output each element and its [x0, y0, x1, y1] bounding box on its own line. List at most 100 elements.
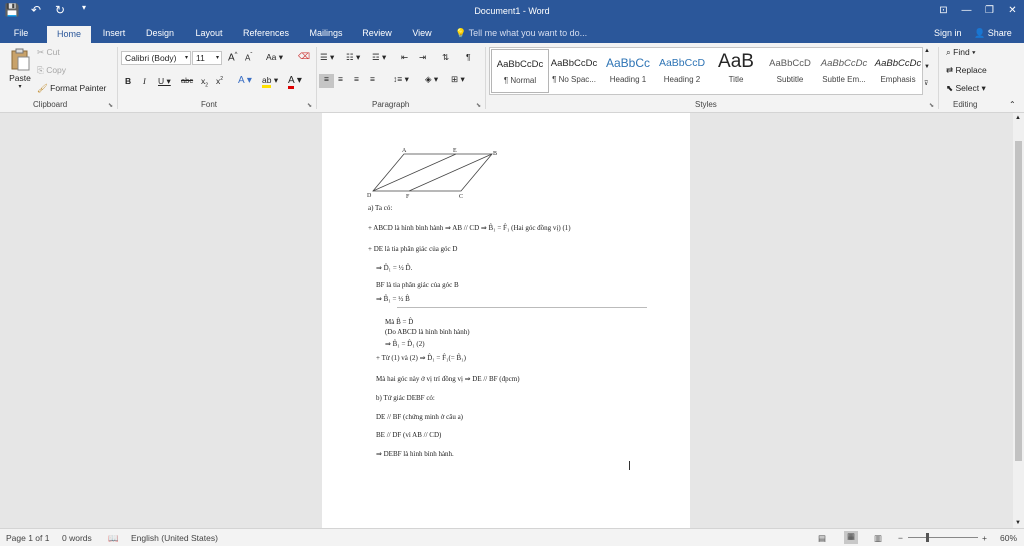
zoom-in-icon[interactable]: + [982, 533, 987, 543]
style-normal[interactable]: AaBbCcDc ¶ Normal [491, 49, 549, 93]
change-case-button[interactable]: Aa ▾ [266, 52, 283, 63]
bold-icon[interactable]: B [125, 76, 131, 86]
cut-button[interactable]: ✂ Cut [37, 47, 60, 58]
doc-line: ⇒ B̂₁ = ½ B̂ [376, 295, 410, 303]
doc-line: a) Ta có: [368, 204, 393, 212]
style-title[interactable]: AaB Title [707, 49, 765, 93]
doc-line: (Do ABCD là hình bình hành) [385, 328, 470, 336]
style-heading-2[interactable]: AaBbCcD Heading 2 [653, 49, 711, 93]
window-controls: ⊡ — ❐ ✕ [932, 0, 1024, 20]
justify-icon[interactable]: ≡ [370, 74, 375, 84]
window-title: Document1 - Word [474, 6, 550, 16]
tell-me-search[interactable]: 💡 Tell me what you want to do... [455, 26, 587, 40]
scroll-down-icon[interactable]: ▼ [1015, 520, 1021, 526]
tab-review[interactable]: Review [358, 26, 396, 43]
line-spacing-icon[interactable]: ↕≡ ▾ [393, 74, 409, 85]
zoom-level[interactable]: 60% [1000, 533, 1017, 543]
proofing-icon[interactable]: 📖 [108, 533, 119, 544]
align-right-icon[interactable]: ≡ [354, 74, 359, 84]
shading-icon[interactable]: ◈ ▾ [425, 74, 438, 85]
zoom-out-icon[interactable]: − [898, 533, 903, 543]
word-count[interactable]: 0 words [62, 533, 92, 543]
tab-file[interactable]: File [6, 26, 36, 43]
parallelogram-figure: A E B D F C [367, 148, 497, 200]
sort-icon[interactable]: ⇅ [442, 52, 449, 63]
zoom-slider-handle[interactable] [926, 533, 929, 542]
format-painter-button[interactable]: 🖌 Format Painter [37, 83, 106, 94]
find-button[interactable]: ⌕ Find ▾ [946, 47, 976, 58]
tab-design[interactable]: Design [142, 26, 178, 43]
style-emphasis[interactable]: AaBbCcDc Emphasis [869, 49, 927, 93]
tab-insert[interactable]: Insert [98, 26, 130, 43]
tab-references[interactable]: References [240, 26, 292, 43]
restore-icon[interactable]: ❐ [978, 0, 1001, 20]
underline-icon[interactable]: U ▾ [158, 76, 171, 87]
text-effects-icon[interactable]: A ▾ [238, 75, 252, 86]
scroll-up-icon[interactable]: ▲ [1015, 115, 1021, 121]
font-size-dropdown[interactable]: 11 ▾ [192, 51, 222, 65]
title-bar: 💾 ↶ ↻ ▾ Document1 - Word ⊡ — ❐ ✕ [0, 0, 1024, 24]
font-color-icon[interactable]: A ▾ [288, 75, 302, 89]
ribbon-display-options-icon[interactable]: ⊡ [932, 0, 955, 20]
replace-button[interactable]: ⇄ Replace [946, 65, 987, 76]
grow-font-icon[interactable]: A^ [228, 52, 238, 63]
tab-mailings[interactable]: Mailings [304, 26, 348, 43]
collapse-ribbon-icon[interactable]: ⌃ [1009, 100, 1016, 109]
style-no-spacing[interactable]: AaBbCcDc ¶ No Spac... [545, 49, 603, 93]
dialog-launcher-icon[interactable]: ⬊ [108, 102, 113, 109]
increase-indent-icon[interactable]: ⇥ [419, 52, 426, 63]
document-page[interactable]: A E B D F C a) Ta có: + ABCD là hình bìn… [322, 113, 690, 528]
numbering-icon[interactable]: ☷ ▾ [346, 52, 360, 63]
tab-home[interactable]: Home [47, 26, 91, 43]
italic-icon[interactable]: I [143, 76, 146, 86]
borders-icon[interactable]: ⊞ ▾ [451, 74, 465, 85]
align-left-icon[interactable]: ≡ [319, 74, 334, 88]
vertical-scrollbar[interactable]: ▲ ▼ [1013, 113, 1024, 528]
superscript-icon[interactable]: x2 [216, 76, 223, 86]
styles-scroll-up-icon[interactable]: ▲ [924, 48, 930, 54]
web-layout-icon[interactable]: ▥ [874, 533, 882, 544]
decrease-indent-icon[interactable]: ⇤ [401, 52, 408, 63]
share-button[interactable]: 👤 Share [974, 26, 1012, 40]
page-count[interactable]: Page 1 of 1 [6, 533, 49, 543]
highlight-icon[interactable]: ab ▾ [262, 75, 278, 88]
strikethrough-icon[interactable]: abc [181, 76, 193, 85]
shrink-font-icon[interactable]: Aˇ [245, 53, 252, 63]
person-icon: 👤 [974, 28, 986, 38]
clipboard-paste-icon [11, 48, 30, 71]
style-subtle-emphasis[interactable]: AaBbCcDc Subtle Em... [815, 49, 873, 93]
read-mode-icon[interactable]: ▤ [818, 533, 826, 544]
show-formatting-icon[interactable]: ¶ [466, 52, 471, 62]
zoom-slider[interactable] [908, 537, 978, 538]
minimize-icon[interactable]: — [955, 0, 978, 20]
dialog-launcher-icon[interactable]: ⬊ [307, 102, 312, 109]
font-name-dropdown[interactable]: Calibri (Body) ▾ [121, 51, 191, 65]
chevron-down-icon: ▾ [215, 55, 219, 61]
vertex-label-f: F [406, 194, 410, 200]
paste-button[interactable]: Paste ▾ [8, 47, 32, 90]
subscript-icon[interactable]: x2 [201, 76, 208, 89]
clear-formatting-icon[interactable]: ⌫ [298, 51, 310, 62]
style-subtitle[interactable]: AaBbCcD Subtitle [761, 49, 819, 93]
align-center-icon[interactable]: ≡ [338, 74, 343, 84]
tab-layout[interactable]: Layout [190, 26, 228, 43]
dialog-launcher-icon[interactable]: ⬊ [476, 102, 481, 109]
group-divider [485, 47, 486, 109]
multilevel-list-icon[interactable]: ☲ ▾ [372, 52, 386, 63]
chevron-down-icon: ▾ [18, 84, 22, 90]
print-layout-icon[interactable]: ▦ [844, 531, 859, 544]
scrollbar-thumb[interactable] [1015, 141, 1022, 461]
style-heading-1[interactable]: AaBbCc Heading 1 [599, 49, 657, 93]
dialog-launcher-icon[interactable]: ⬊ [929, 102, 934, 109]
sign-in-link[interactable]: Sign in [934, 26, 962, 40]
tab-view[interactable]: View [406, 26, 438, 43]
copy-button[interactable]: ⎘ Copy [37, 65, 66, 76]
search-icon: ⌕ [946, 47, 951, 57]
close-icon[interactable]: ✕ [1001, 0, 1024, 20]
select-button[interactable]: ⬉ Select ▾ [946, 83, 986, 94]
language[interactable]: English (United States) [131, 533, 218, 543]
bullets-icon[interactable]: ☰ ▾ [320, 52, 334, 63]
group-divider [938, 47, 939, 109]
styles-scroll-down-icon[interactable]: ▼ [924, 64, 930, 70]
styles-more-icon[interactable]: ⊽ [924, 80, 928, 87]
